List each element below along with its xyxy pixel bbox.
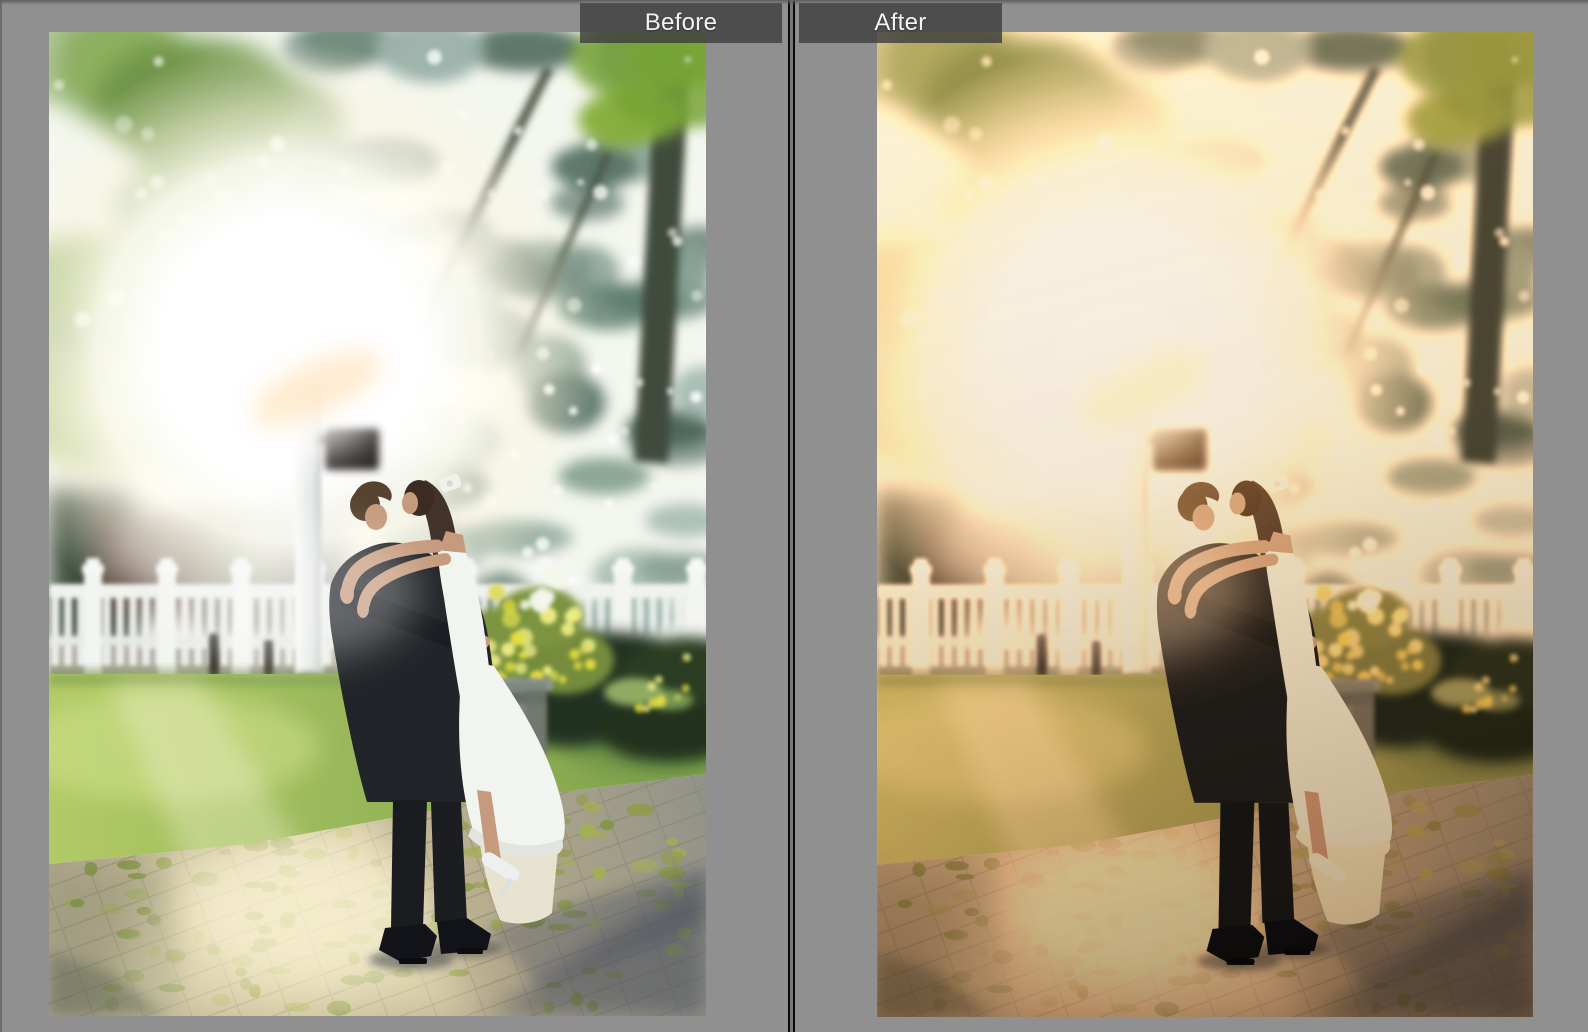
after-photo-image xyxy=(877,32,1533,1017)
before-photo-image xyxy=(49,32,706,1016)
left-edge-shade xyxy=(0,0,2,1032)
after-label-bar: After xyxy=(799,3,1002,43)
compare-view-workspace: Before After xyxy=(0,0,1588,1032)
before-label-bar: Before xyxy=(580,3,782,43)
before-photo[interactable] xyxy=(49,32,706,1016)
pane-divider[interactable] xyxy=(788,0,795,1032)
before-label: Before xyxy=(644,9,718,36)
after-label: After xyxy=(874,9,927,36)
after-photo[interactable] xyxy=(877,32,1533,1017)
